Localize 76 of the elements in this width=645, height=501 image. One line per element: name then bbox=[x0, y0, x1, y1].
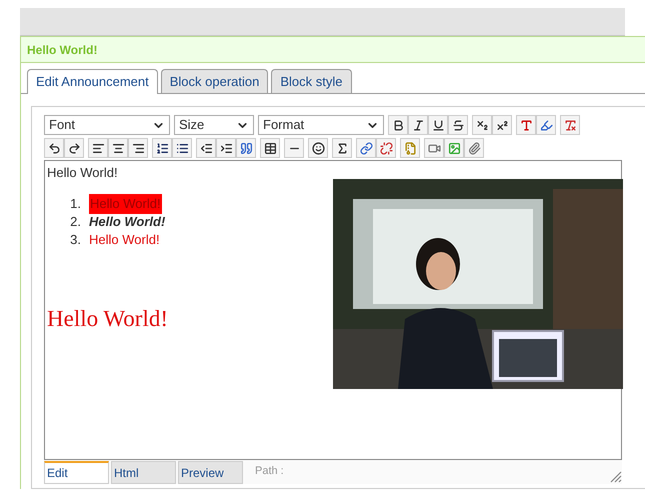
unlink-button[interactable] bbox=[376, 138, 396, 158]
underline-button[interactable] bbox=[428, 115, 448, 135]
video-button[interactable] bbox=[424, 138, 444, 158]
formula-button[interactable] bbox=[332, 138, 352, 158]
superscript-button[interactable] bbox=[492, 115, 512, 135]
text-color-icon bbox=[520, 118, 532, 132]
bold-icon bbox=[392, 118, 404, 132]
list-item-text: Hello World! bbox=[89, 194, 162, 214]
text-color-button[interactable] bbox=[516, 115, 536, 135]
clear-format-icon bbox=[564, 118, 576, 132]
outdent-icon bbox=[200, 142, 212, 154]
highlight-icon bbox=[540, 118, 552, 132]
bullet-list-button[interactable] bbox=[172, 138, 192, 158]
strikethrough-button[interactable] bbox=[448, 115, 468, 135]
mode-tab[interactable]: Edit bbox=[44, 461, 109, 484]
dropdown[interactable]: Font bbox=[44, 115, 170, 135]
mode-tab[interactable]: Preview bbox=[178, 461, 243, 484]
archive-icon bbox=[404, 142, 416, 154]
image-icon bbox=[448, 142, 460, 154]
align-right-button[interactable] bbox=[128, 138, 148, 158]
indent-button[interactable] bbox=[216, 138, 236, 158]
subscript-button[interactable] bbox=[472, 115, 492, 135]
tab[interactable]: Edit Announcement bbox=[27, 69, 158, 94]
subscript-icon bbox=[476, 118, 488, 132]
highlight-button[interactable] bbox=[536, 115, 556, 135]
redo-button[interactable] bbox=[64, 138, 84, 158]
attachment-button[interactable] bbox=[464, 138, 484, 158]
align-center-icon bbox=[112, 142, 124, 154]
list-number: 3. bbox=[69, 231, 81, 250]
smiley-button[interactable] bbox=[308, 138, 328, 158]
dropdown[interactable]: Format bbox=[258, 115, 384, 135]
path-label: Path : bbox=[255, 464, 284, 478]
undo-button[interactable] bbox=[44, 138, 64, 158]
italic-button[interactable] bbox=[408, 115, 428, 135]
align-left-button[interactable] bbox=[88, 138, 108, 158]
tab[interactable]: Block style bbox=[271, 69, 352, 93]
superscript-icon bbox=[496, 118, 508, 132]
align-right-icon bbox=[132, 142, 144, 154]
outdent-button[interactable] bbox=[196, 138, 216, 158]
undo-icon bbox=[48, 142, 60, 154]
clear-format-button[interactable] bbox=[560, 115, 580, 135]
link-icon bbox=[360, 142, 372, 154]
block-title: Hello World! bbox=[27, 42, 98, 58]
resize-handle-icon bbox=[608, 469, 622, 483]
editor-text: Hello World! bbox=[47, 164, 118, 182]
ordered-list-button[interactable] bbox=[152, 138, 172, 158]
strikethrough-icon bbox=[452, 118, 464, 132]
horizontal-rule-button[interactable] bbox=[284, 138, 304, 158]
bullet-list-icon bbox=[176, 142, 188, 154]
list-item-text: Hello World! bbox=[89, 213, 166, 232]
indent-icon bbox=[220, 142, 232, 154]
italic-icon bbox=[412, 118, 424, 132]
ordered-list-icon bbox=[156, 142, 168, 154]
link-button[interactable] bbox=[356, 138, 376, 158]
formula-icon bbox=[336, 142, 348, 154]
quote-button[interactable] bbox=[236, 138, 256, 158]
smiley-icon bbox=[312, 142, 324, 154]
underline-icon bbox=[432, 118, 444, 132]
unlink-icon bbox=[380, 142, 392, 154]
quote-icon bbox=[240, 142, 252, 154]
list-number: 2. bbox=[69, 213, 81, 232]
align-left-icon bbox=[92, 142, 104, 154]
list-number: 1. bbox=[69, 195, 81, 214]
redo-icon bbox=[68, 142, 80, 154]
video-icon bbox=[428, 142, 440, 154]
tab[interactable]: Block operation bbox=[160, 69, 268, 93]
editor-area[interactable]: Hello World! 1. Hello World! 2. Hello World! 3. Hello World! Hello World! bbox=[44, 160, 622, 460]
align-center-button[interactable] bbox=[108, 138, 128, 158]
large-text: Hello World! bbox=[47, 305, 168, 333]
dropdown[interactable]: Size bbox=[174, 115, 254, 135]
bold-button[interactable] bbox=[388, 115, 408, 135]
attachment-icon bbox=[468, 142, 480, 154]
table-button[interactable] bbox=[260, 138, 280, 158]
table-icon bbox=[264, 142, 276, 154]
mode-tab[interactable]: Html bbox=[111, 461, 176, 484]
list-item-text: Hello World! bbox=[89, 231, 160, 250]
